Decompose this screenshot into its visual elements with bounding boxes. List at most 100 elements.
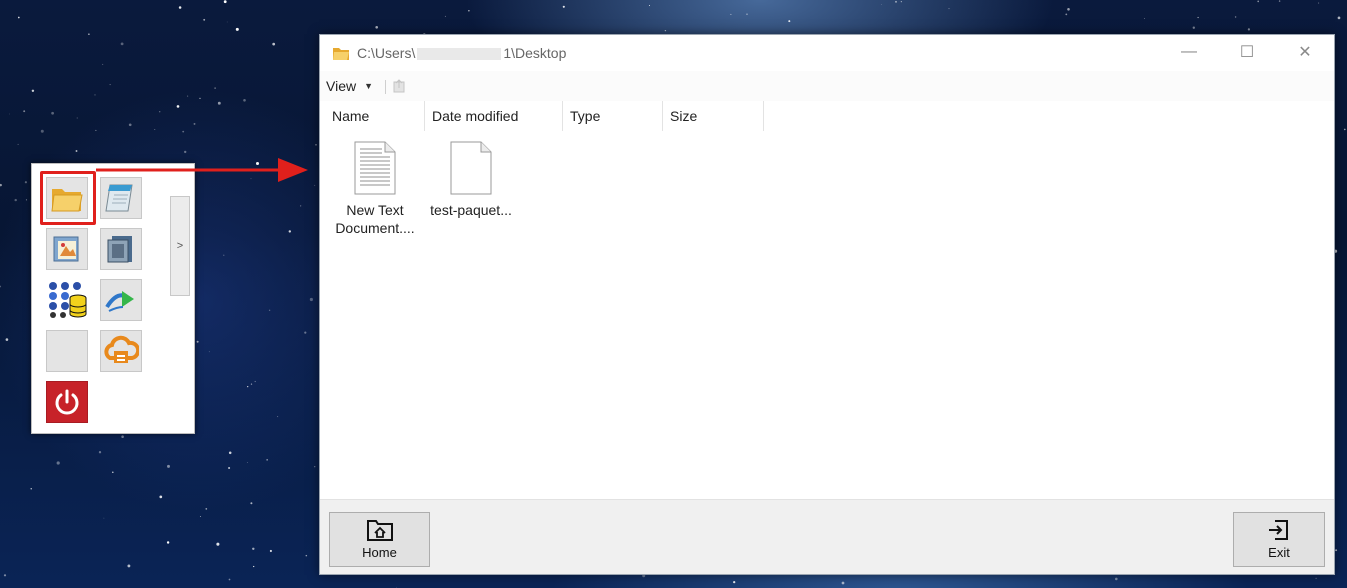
share-arrow-icon [105,291,134,312]
file-list[interactable]: New Text Document.... test-paquet... [320,131,1334,497]
star [228,466,231,470]
minimize-icon: — [1181,43,1197,60]
star [277,416,279,418]
star [5,338,9,341]
power-icon [55,389,79,415]
star [24,181,27,184]
star [1335,549,1338,552]
star [223,254,225,256]
star [788,20,791,23]
star [88,33,90,35]
file-name: test-paquet... [430,202,512,218]
star [226,21,228,23]
toolbar: View ▼ [320,71,1334,101]
star [305,554,308,557]
star [103,517,105,519]
folder-launcher-button[interactable] [46,177,88,219]
star [178,6,182,9]
star [166,541,170,544]
star [300,205,302,207]
paint-launcher-button[interactable] [46,228,88,270]
chip-icon [107,236,132,263]
star [243,98,246,102]
star [40,129,44,133]
file-item[interactable]: test-paquet... [424,141,518,219]
star [176,105,180,108]
star [214,87,216,89]
chip-launcher-button[interactable] [100,228,142,270]
column-type[interactable]: Type [564,101,663,131]
database-launcher-button[interactable] [46,279,88,321]
star [841,581,845,585]
star [314,466,316,468]
star [154,129,156,130]
cloud-printer-launcher-button[interactable] [100,330,142,372]
up-folder-icon[interactable] [392,78,406,94]
star [199,516,201,518]
home-label: Home [362,545,397,560]
expand-launcher-button[interactable]: > [170,196,190,296]
star [0,183,2,187]
star [217,101,221,105]
maximize-button[interactable]: ☐ [1218,35,1276,69]
file-explorer-window: C:\Users\ 1\Desktop — ☐ ✕ View ▼ Name Dat… [319,34,1335,575]
star [288,230,291,233]
home-button[interactable]: Home [329,512,430,567]
star [250,502,253,505]
close-button[interactable]: ✕ [1276,35,1334,69]
star [1257,0,1260,3]
launcher-panel: > [31,163,195,434]
star [396,586,397,588]
star [75,150,78,152]
star [199,97,201,100]
file-item[interactable]: New Text Document.... [328,141,422,237]
star [247,386,249,388]
star [1343,128,1346,131]
star [159,495,163,499]
home-folder-icon [366,520,393,541]
column-name[interactable]: Name [326,101,425,131]
title-path-prefix: C:\Users\ [357,45,416,61]
star [1144,17,1145,19]
empty-launcher-slot[interactable] [46,330,88,372]
share-launcher-button[interactable] [100,279,142,321]
star [102,63,104,65]
star [94,94,96,96]
column-size[interactable]: Size [664,101,764,131]
view-menu-button[interactable]: View ▼ [326,76,373,96]
window-title: C:\Users\ 1\Desktop [357,45,566,61]
star [1234,16,1237,18]
star [193,122,196,125]
star [30,488,32,490]
star [25,199,27,201]
star [228,578,231,581]
exit-icon [1269,520,1288,540]
close-icon: ✕ [1298,44,1312,61]
star [268,309,271,312]
minimize-button[interactable]: — [1160,35,1218,69]
star [1067,8,1070,11]
database-icon [49,282,87,318]
star [95,129,97,131]
star [203,18,206,21]
star [562,5,565,8]
star [3,574,7,577]
star [127,564,131,568]
title-bar[interactable]: C:\Users\ 1\Desktop — ☐ ✕ [320,35,1334,71]
star [648,4,651,7]
star [1315,577,1317,580]
column-date-modified[interactable]: Date modified [426,101,563,131]
star [746,13,748,15]
star [253,565,255,568]
star [254,380,256,383]
exit-button[interactable]: Exit [1233,512,1325,567]
power-button[interactable] [46,381,88,423]
star [1318,2,1320,4]
blank-file-icon [450,141,492,195]
star [252,547,255,551]
star [205,508,208,510]
star [250,383,253,385]
paint-icon [53,236,79,262]
star [31,89,35,93]
star [900,1,902,3]
